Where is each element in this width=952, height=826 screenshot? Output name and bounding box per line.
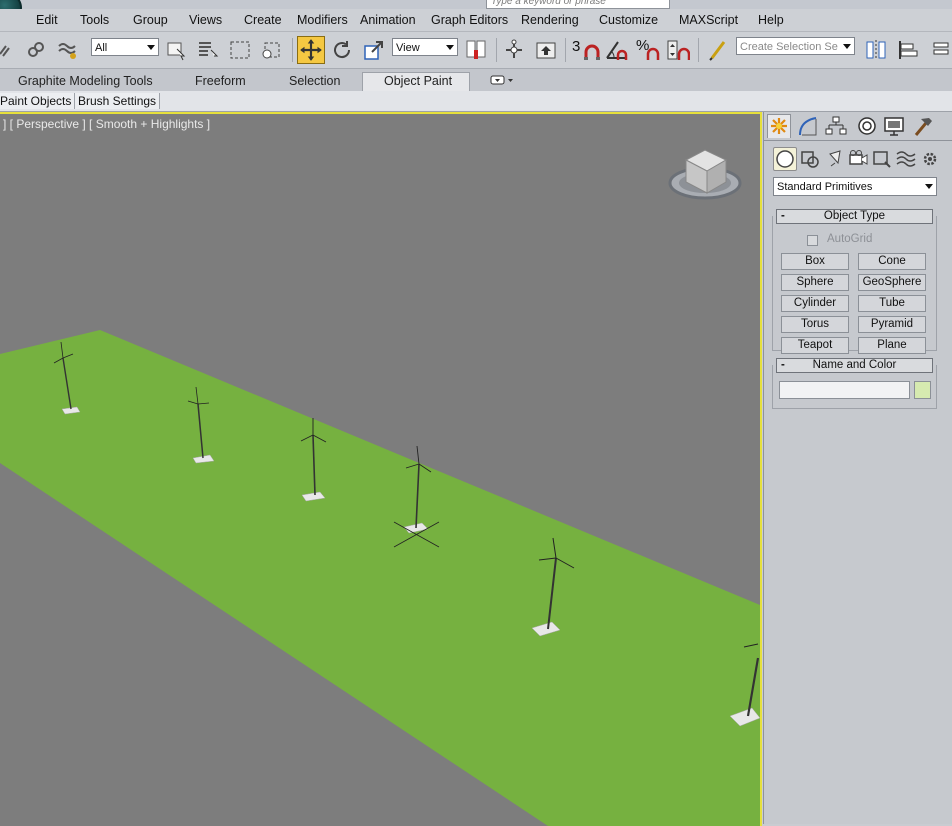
viewport-label[interactable]: ] [ Perspective ] [ Smooth + Highlights … [3, 117, 210, 131]
ribbon-options-icon [490, 75, 513, 85]
lights-icon[interactable] [824, 148, 846, 170]
autogrid-checkbox[interactable] [807, 235, 818, 246]
toolbar-separator [496, 38, 497, 62]
space-warps-icon[interactable] [895, 148, 917, 170]
menu-maxscript[interactable]: MAXScript [679, 13, 738, 27]
named-selection-set-dropdown[interactable]: Create Selection Se [736, 37, 855, 55]
autogrid-label: AutoGrid [827, 233, 873, 245]
utilities-icon[interactable] [911, 115, 935, 137]
cone-button[interactable]: Cone [858, 253, 926, 270]
select-by-name-icon[interactable] [196, 38, 220, 62]
panel-brush-settings[interactable]: Brush Settings [75, 93, 161, 109]
menu-graph-editors[interactable]: Graph Editors [431, 13, 508, 27]
menu-modifiers[interactable]: Modifiers [297, 13, 348, 27]
mirror-icon[interactable] [864, 38, 888, 62]
selection-filter-value: All [95, 42, 108, 54]
menu-animation[interactable]: Animation [360, 13, 416, 27]
select-move-icon [300, 39, 322, 61]
window-crossing-icon[interactable] [259, 38, 283, 62]
bind-space-warp-icon[interactable] [56, 38, 80, 62]
rectangular-selection-icon[interactable] [228, 38, 252, 62]
panel-paint-objects[interactable]: Paint Objects [0, 93, 76, 109]
menu-group[interactable]: Group [133, 13, 168, 27]
cameras-icon[interactable] [847, 148, 869, 170]
unlink-icon[interactable] [24, 38, 48, 62]
pyramid-button[interactable]: Pyramid [858, 316, 926, 333]
selection-filter-dropdown[interactable]: All [91, 38, 159, 56]
snaps-toggle-icon[interactable] [580, 38, 604, 62]
select-scale-icon[interactable] [362, 38, 386, 62]
spinner-snap-icon[interactable] [666, 38, 690, 62]
menu-bar: Edit Tools Group Views Create Modifiers … [0, 9, 952, 32]
command-panel-tabs [764, 112, 952, 141]
menu-customize[interactable]: Customize [599, 13, 658, 27]
object-type-rollout: AutoGrid Box Cone Sphere GeoSphere Cylin… [772, 216, 937, 354]
geosphere-button[interactable]: GeoSphere [858, 274, 926, 291]
edit-named-selections-icon[interactable] [706, 38, 730, 62]
plane-button[interactable]: Plane [858, 337, 926, 354]
percent-snap-icon[interactable] [642, 38, 666, 62]
angle-snap-icon[interactable] [604, 38, 628, 62]
toolbar-separator [292, 38, 293, 62]
ground-plane[interactable] [0, 330, 760, 826]
teapot-button[interactable]: Teapot [781, 337, 849, 354]
object-name-input[interactable] [779, 381, 910, 399]
primitive-type-dropdown[interactable]: Standard Primitives [773, 177, 937, 196]
menu-create[interactable]: Create [244, 13, 282, 27]
tab-freeform[interactable]: Freeform [195, 74, 246, 88]
menu-help[interactable]: Help [758, 13, 784, 27]
helpers-icon[interactable] [871, 148, 893, 170]
manipulate-icon[interactable] [502, 38, 526, 62]
perspective-viewport[interactable]: ] [ Perspective ] [ Smooth + Highlights … [0, 112, 762, 826]
select-move-button[interactable] [297, 36, 325, 64]
viewcube-icon[interactable] [668, 149, 742, 200]
name-and-color-rollout [772, 365, 937, 409]
main-toolbar: All View 3 % Create Selection Se [0, 32, 952, 69]
reference-coordinate-value: View [396, 42, 420, 54]
shapes-icon[interactable] [799, 148, 821, 170]
sphere-button[interactable]: Sphere [781, 274, 849, 291]
select-rotate-icon[interactable] [330, 38, 354, 62]
keyboard-shortcut-override-icon[interactable] [534, 38, 558, 62]
keyword-search-input[interactable]: Type a keyword or phrase [486, 0, 670, 9]
command-panel: Standard Primitives - Object Type AutoGr… [763, 112, 952, 824]
reference-coordinate-dropdown[interactable]: View [392, 38, 458, 56]
align-icon[interactable] [896, 38, 920, 62]
display-icon[interactable] [882, 115, 906, 137]
modify-icon[interactable] [796, 115, 820, 137]
ribbon-options-button[interactable] [490, 74, 514, 86]
menu-views[interactable]: Views [189, 13, 222, 27]
layer-manager-icon[interactable] [930, 38, 952, 62]
hierarchy-icon[interactable] [824, 115, 848, 137]
menu-tools[interactable]: Tools [80, 13, 109, 27]
cylinder-button[interactable]: Cylinder [781, 295, 849, 312]
link-icon[interactable] [0, 38, 18, 62]
menu-rendering[interactable]: Rendering [521, 13, 579, 27]
named-selection-set-placeholder: Create Selection Se [740, 41, 838, 53]
box-button[interactable]: Box [781, 253, 849, 270]
geometry-icon[interactable] [774, 148, 796, 170]
object-paint-panel-bar: Paint Objects Brush Settings [0, 91, 952, 112]
toolbar-separator [698, 38, 699, 62]
tab-graphite-modeling-tools[interactable]: Graphite Modeling Tools [18, 74, 153, 88]
torus-button[interactable]: Torus [781, 316, 849, 333]
object-color-swatch[interactable] [914, 381, 931, 399]
tab-selection[interactable]: Selection [289, 74, 340, 88]
pivot-icon[interactable] [464, 38, 488, 62]
tube-button[interactable]: Tube [858, 295, 926, 312]
systems-icon[interactable] [919, 148, 941, 170]
viewport-scene[interactable] [0, 114, 760, 826]
motion-icon[interactable] [855, 115, 879, 137]
create-icon[interactable] [767, 115, 791, 137]
primitive-type-value: Standard Primitives [777, 181, 873, 193]
tab-object-paint[interactable]: Object Paint [384, 74, 452, 88]
select-object-icon[interactable] [164, 38, 188, 62]
menu-edit[interactable]: Edit [36, 13, 58, 27]
toolbar-separator [565, 38, 566, 62]
graphite-ribbon: Graphite Modeling Tools Freeform Selecti… [0, 69, 952, 92]
